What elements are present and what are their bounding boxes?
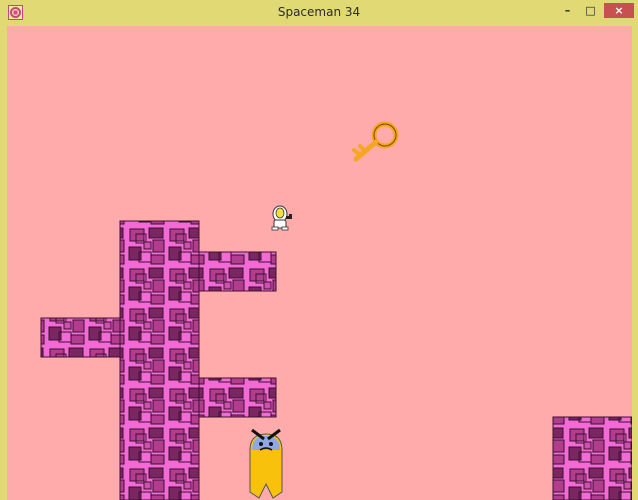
angry-yellow-monster-icon[interactable] — [249, 428, 283, 499]
brick-ledge-lower — [198, 377, 277, 418]
key-icon[interactable] — [352, 121, 399, 162]
brick-block-corner — [552, 416, 632, 500]
close-button[interactable]: × — [604, 3, 634, 18]
game-scene — [40, 121, 632, 500]
brick-ledge-left — [40, 317, 121, 358]
brick-ledge-upper — [198, 251, 277, 292]
title-bar[interactable]: Spaceman 34 – □ × — [0, 0, 638, 26]
window-title: Spaceman 34 — [277, 5, 361, 19]
game-viewport[interactable] — [7, 26, 632, 500]
spaceman-icon[interactable] — [271, 205, 292, 231]
brick-column — [119, 220, 200, 500]
maximize-button[interactable]: □ — [579, 3, 602, 18]
minimize-button[interactable]: – — [556, 3, 579, 18]
game-window: Spaceman 34 – □ × — [0, 0, 638, 500]
